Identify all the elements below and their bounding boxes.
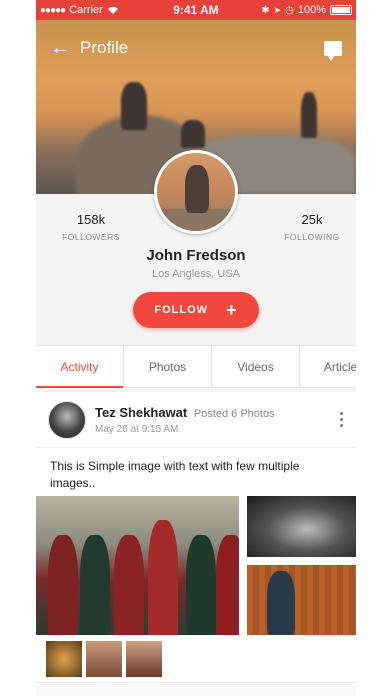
post-photo-violinist[interactable] — [247, 496, 356, 557]
post-photo-banjo[interactable] — [247, 565, 356, 635]
tab-activity[interactable]: Activity — [36, 346, 124, 388]
app-frame: ●●●●● Carrier 9:41 AM ✱ ➤ ◷ 100% ← Profi… — [36, 0, 356, 696]
cover-hiker — [121, 82, 147, 130]
post-photo-main[interactable] — [36, 496, 239, 635]
next-post-edge — [36, 682, 356, 696]
post-meta: Tez Shekhawat Posted 6 Photos May 26 at … — [95, 405, 340, 435]
wifi-icon — [107, 6, 118, 14]
clock: 9:41 AM — [173, 3, 219, 17]
profile-name: John Fredson — [146, 247, 246, 264]
location-icon: ➤ — [273, 4, 282, 15]
photo-figure — [267, 571, 295, 635]
cover-hiker — [181, 120, 205, 148]
cover-hiker — [301, 92, 317, 138]
followers-count: 158k — [76, 212, 106, 227]
post-author[interactable]: Tez Shekhawat — [95, 405, 187, 420]
battery-icon — [330, 5, 352, 15]
battery-percent: 100% — [297, 4, 326, 16]
follow-button[interactable]: FOLLOW + — [133, 292, 259, 328]
plus-icon: + — [226, 300, 238, 320]
nav-bar: ← Profile — [36, 34, 356, 62]
followers-stat[interactable]: 158k FOLLOWERS — [51, 212, 131, 242]
carrier-label: Carrier — [69, 4, 103, 16]
photo-figure — [148, 520, 178, 635]
back-arrow-icon[interactable]: ← — [50, 37, 70, 60]
avatar-figure — [185, 165, 209, 213]
post-action: Posted 6 Photos — [193, 407, 275, 420]
profile-location: Los Angless, USA — [151, 268, 241, 280]
photo-figure — [48, 535, 78, 635]
following-stat[interactable]: 25k FOLLOWING — [272, 212, 352, 242]
alarm-icon: ◷ — [285, 4, 294, 16]
photo-figure — [114, 535, 144, 635]
post-thumbnail[interactable] — [126, 641, 162, 677]
following-count: 25k — [301, 212, 323, 227]
tab-videos[interactable]: Videos — [212, 346, 300, 387]
tab-bar: Activity Photos Videos Articles — [36, 345, 356, 388]
more-options-icon[interactable] — [340, 412, 344, 427]
post-text: This is Simple image with text with few … — [50, 459, 300, 490]
post-header: Tez Shekhawat Posted 6 Photos May 26 at … — [36, 392, 356, 448]
post-thumbnail[interactable] — [86, 641, 122, 677]
chat-icon[interactable] — [324, 40, 342, 61]
photo-figure — [186, 535, 216, 635]
signal-icon: ●●●●● — [40, 4, 66, 16]
post-timestamp: May 26 at 9:15 AM — [95, 423, 179, 435]
bluetooth-icon: ✱ — [261, 4, 270, 16]
following-label: FOLLOWING — [284, 232, 340, 242]
profile-avatar[interactable] — [154, 150, 238, 234]
followers-label: FOLLOWERS — [62, 232, 120, 242]
photo-figure — [80, 535, 110, 635]
photo-figure — [216, 535, 239, 635]
page-title: Profile — [80, 38, 129, 57]
status-bar: ●●●●● Carrier 9:41 AM ✱ ➤ ◷ 100% — [36, 0, 356, 20]
follow-button-label: FOLLOW — [154, 304, 209, 316]
tab-photos[interactable]: Photos — [124, 346, 212, 387]
post-author-avatar[interactable] — [48, 400, 86, 439]
post-title-line: Tez Shekhawat Posted 6 Photos — [95, 405, 340, 420]
post-thumbnail[interactable] — [46, 641, 82, 677]
tab-articles[interactable]: Articles — [300, 346, 356, 387]
activity-post: Tez Shekhawat Posted 6 Photos May 26 at … — [36, 392, 356, 696]
